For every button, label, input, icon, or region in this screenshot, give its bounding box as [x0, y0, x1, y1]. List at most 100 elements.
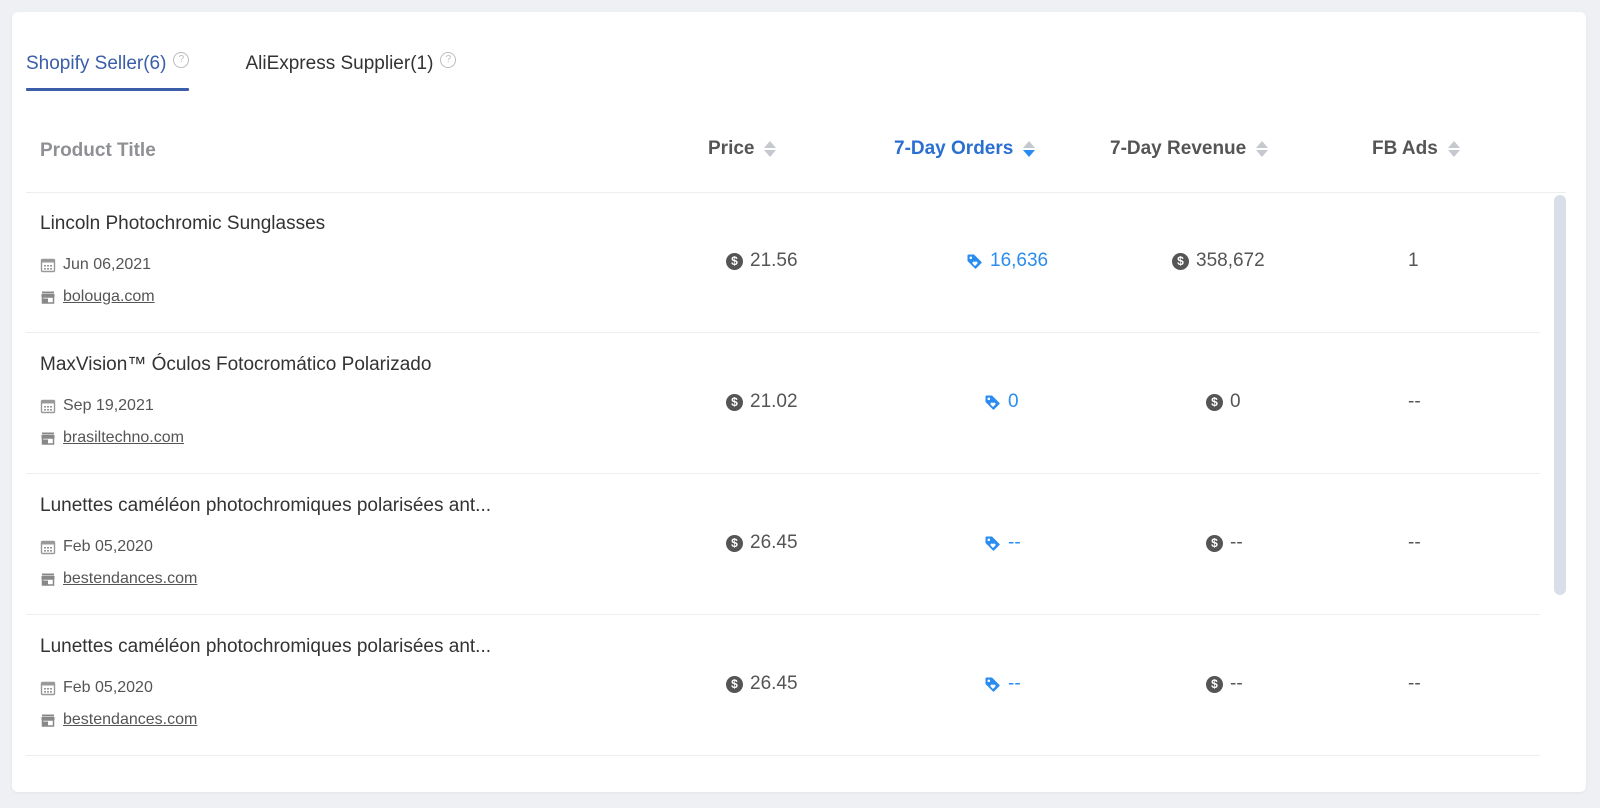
column-label: 7-Day Orders [894, 138, 1014, 159]
date-text: Jun 06,2021 [63, 256, 152, 273]
dollar-coin-icon: $ [726, 252, 743, 270]
orders-value: -- [1008, 532, 1021, 553]
price-tag-icon [967, 254, 982, 269]
orders-cell: -- [984, 532, 1021, 554]
sort-icon[interactable] [764, 141, 777, 157]
column-label: Product Title [40, 140, 156, 161]
price-cell: $ 26.45 [726, 673, 798, 695]
tab-bar: Shopify Seller(6) ? AliExpress Supplier(… [26, 42, 457, 94]
product-date: Feb 05,2020 [40, 538, 153, 556]
price-value: 26.45 [750, 673, 798, 694]
revenue-cell: $ 358,672 [1172, 250, 1265, 272]
product-date: Jun 06,2021 [40, 256, 151, 274]
dollar-coin-icon: $ [726, 534, 743, 552]
table-row[interactable]: Lunettes caméléon photochromiques polari… [26, 474, 1540, 615]
results-card: Shopify Seller(6) ? AliExpress Supplier(… [12, 12, 1586, 792]
column-label: 7-Day Revenue [1110, 138, 1247, 159]
sort-icon[interactable] [1447, 141, 1460, 157]
product-store: brasiltechno.com [40, 429, 184, 447]
store-link[interactable]: bolouga.com [63, 288, 155, 306]
product-title[interactable]: Lunettes caméléon photochromiques polari… [40, 636, 491, 658]
store-icon [41, 573, 55, 586]
price-value: 21.56 [750, 250, 798, 271]
price-value: 26.45 [750, 532, 798, 553]
fb-ads-cell: 1 [1408, 250, 1419, 272]
price-tag-icon [985, 536, 1000, 551]
product-date: Feb 05,2020 [40, 679, 153, 697]
fb-ads-cell: -- [1408, 391, 1421, 413]
price-cell: $ 21.02 [726, 391, 798, 413]
price-tag-icon [985, 395, 1000, 410]
table-row[interactable]: MaxVision™ Óculos Fotocromático Polariza… [26, 333, 1540, 474]
revenue-cell: $ -- [1206, 673, 1243, 695]
tab-label: Shopify Seller(6) [26, 53, 167, 74]
store-link[interactable]: brasiltechno.com [63, 429, 184, 447]
fb-ads-cell: -- [1408, 673, 1421, 695]
calendar-icon [40, 540, 56, 555]
product-title[interactable]: Lincoln Photochromic Sunglasses [40, 213, 325, 235]
dollar-coin-icon: $ [1206, 675, 1223, 693]
fb-ads-value: -- [1408, 532, 1421, 553]
orders-value: -- [1008, 673, 1021, 694]
column-header-fb-ads[interactable]: FB Ads [1372, 138, 1460, 160]
table-row[interactable]: Lincoln Photochromic Sunglasses Jun 06,2… [26, 192, 1540, 333]
sort-icon[interactable] [1256, 141, 1269, 157]
dollar-coin-icon: $ [1172, 252, 1189, 270]
price-value: 21.02 [750, 391, 798, 412]
calendar-icon [40, 681, 56, 696]
table-body: Lincoln Photochromic Sunglasses Jun 06,2… [26, 192, 1540, 764]
calendar-icon [40, 258, 56, 273]
question-circle-icon[interactable]: ? [173, 52, 190, 68]
column-header-product-title: Product Title [40, 140, 156, 162]
store-icon [41, 714, 55, 727]
question-circle-icon[interactable]: ? [440, 52, 457, 68]
orders-cell: -- [984, 673, 1021, 695]
orders-value: 16,636 [990, 250, 1049, 271]
orders-value: 0 [1008, 391, 1019, 412]
scrollbar[interactable] [1552, 192, 1568, 764]
price-cell: $ 26.45 [726, 532, 798, 554]
calendar-icon [40, 399, 56, 414]
product-store: bolouga.com [40, 288, 155, 306]
revenue-value: -- [1230, 532, 1243, 553]
date-text: Feb 05,2020 [63, 679, 153, 696]
column-header-price[interactable]: Price [708, 138, 777, 160]
fb-ads-value: -- [1408, 673, 1421, 694]
fb-ads-value: -- [1408, 391, 1421, 412]
tab-shopify-seller[interactable]: Shopify Seller(6) ? [26, 42, 190, 91]
dollar-coin-icon: $ [726, 393, 743, 411]
fb-ads-value: 1 [1408, 250, 1419, 271]
revenue-value: -- [1230, 673, 1243, 694]
date-text: Feb 05,2020 [63, 538, 153, 555]
product-date: Sep 19,2021 [40, 397, 154, 415]
fb-ads-cell: -- [1408, 532, 1421, 554]
column-header-7-day-revenue[interactable]: 7-Day Revenue [1110, 138, 1269, 160]
orders-cell: 0 [984, 391, 1019, 413]
tab-label: AliExpress Supplier(1) [245, 53, 434, 74]
price-cell: $ 21.56 [726, 250, 798, 272]
store-link[interactable]: bestendances.com [63, 711, 197, 729]
revenue-cell: $ 0 [1206, 391, 1241, 413]
column-header-7-day-orders[interactable]: 7-Day Orders [894, 138, 1036, 160]
store-icon [41, 432, 55, 445]
product-store: bestendances.com [40, 570, 197, 588]
table-header: Product Title Price 7-Day Orders 7-Day R… [26, 120, 1566, 193]
revenue-cell: $ -- [1206, 532, 1243, 554]
product-store: bestendances.com [40, 711, 197, 729]
dollar-coin-icon: $ [726, 675, 743, 693]
date-text: Sep 19,2021 [63, 397, 154, 414]
tab-aliexpress-supplier[interactable]: AliExpress Supplier(1) ? [245, 42, 457, 91]
scrollbar-thumb[interactable] [1554, 195, 1566, 595]
product-title[interactable]: Lunettes caméléon photochromiques polari… [40, 495, 491, 517]
column-label: Price [708, 138, 755, 159]
orders-cell: 16,636 [966, 250, 1048, 272]
product-title[interactable]: MaxVision™ Óculos Fotocromático Polariza… [40, 354, 431, 376]
store-link[interactable]: bestendances.com [63, 570, 197, 588]
revenue-value: 0 [1230, 391, 1241, 412]
table-row[interactable]: Lunettes caméléon photochromiques polari… [26, 615, 1540, 756]
dollar-coin-icon: $ [1206, 393, 1223, 411]
sort-icon[interactable] [1023, 141, 1036, 157]
store-icon [41, 291, 55, 304]
column-label: FB Ads [1372, 138, 1438, 159]
revenue-value: 358,672 [1196, 250, 1265, 271]
